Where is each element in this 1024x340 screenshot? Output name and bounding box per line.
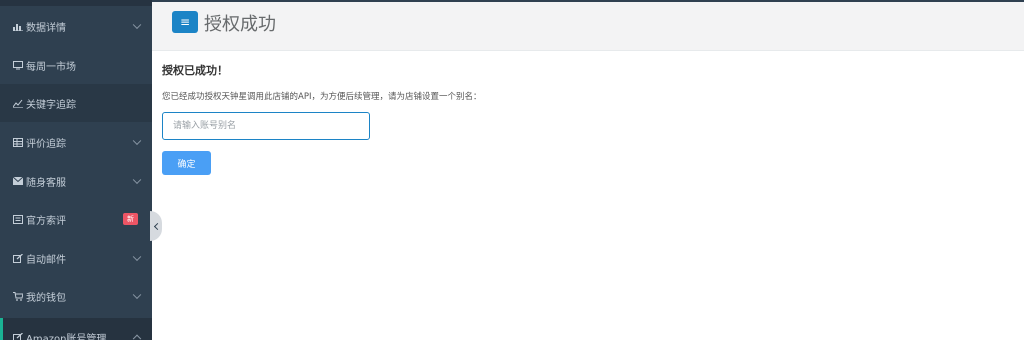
sidebar-item-label: 我的钱包 bbox=[26, 292, 66, 304]
sidebar-item-amazon-account-management[interactable]: Amazon账号管理 bbox=[0, 318, 152, 340]
list-icon bbox=[12, 214, 24, 224]
sidebar-item-data-details[interactable]: 数据详情 bbox=[0, 7, 152, 45]
sidebar-item-customer-service[interactable]: 随身客服 bbox=[0, 162, 152, 200]
monitor-icon bbox=[12, 60, 24, 70]
sidebar-top-strip bbox=[0, 0, 152, 6]
sidebar-item-label: 官方索评 bbox=[26, 215, 66, 227]
confirm-button[interactable]: 确定 bbox=[162, 151, 211, 175]
sidebar-item-my-wallet[interactable]: 我的钱包 bbox=[0, 277, 152, 315]
store-alias-input[interactable] bbox=[162, 112, 370, 140]
page-header: ≡ 授权成功 bbox=[152, 2, 1024, 51]
chevron-up-icon bbox=[132, 334, 142, 340]
table-icon bbox=[12, 137, 24, 147]
new-badge: 新 bbox=[123, 213, 138, 225]
sidebar-item-label: 自动邮件 bbox=[26, 254, 66, 266]
edit-icon bbox=[12, 253, 24, 263]
sidebar: 数据详情 每周一市场 关键字追踪 评价追踪 随身客服 官方索评 新 自动邮件 我… bbox=[0, 0, 152, 340]
sidebar-item-label: 数据详情 bbox=[26, 22, 66, 34]
line-chart-icon bbox=[12, 99, 24, 108]
chevron-down-icon bbox=[132, 290, 142, 300]
sidebar-item-label: 关键字追踪 bbox=[26, 99, 76, 111]
hamburger-icon: ≡ bbox=[179, 15, 191, 29]
chevron-down-icon bbox=[132, 252, 142, 262]
bar-chart-icon bbox=[12, 22, 24, 31]
page-title: 授权成功 bbox=[204, 14, 276, 35]
chevron-down-icon bbox=[132, 136, 142, 146]
sidebar-item-auto-email[interactable]: 自动邮件 bbox=[0, 239, 152, 277]
chevron-down-icon bbox=[132, 175, 142, 185]
sidebar-item-official-review-request[interactable]: 官方索评 新 bbox=[0, 200, 152, 238]
sidebar-collapse-toggle[interactable] bbox=[150, 211, 162, 241]
sidebar-item-review-tracking[interactable]: 评价追踪 bbox=[0, 123, 152, 161]
sidebar-item-label: 评价追踪 bbox=[26, 138, 66, 150]
menu-toggle-button[interactable]: ≡ bbox=[172, 11, 198, 33]
cart-icon bbox=[12, 291, 24, 301]
sidebar-item-keyword-tracking[interactable]: 关键字追踪 bbox=[0, 84, 152, 122]
edit-icon bbox=[12, 332, 24, 340]
sidebar-item-label: Amazon账号管理 bbox=[26, 333, 107, 340]
sidebar-item-label: 随身客服 bbox=[26, 177, 66, 189]
envelope-icon bbox=[12, 177, 24, 185]
success-heading: 授权已成功！ bbox=[162, 64, 228, 77]
chevron-left-icon bbox=[153, 222, 162, 230]
authorization-description: 您已经成功授权天钟星调用此店铺的API，为方便后续管理，请为店铺设置一个别名： bbox=[162, 92, 482, 102]
chevron-down-icon bbox=[132, 20, 142, 30]
sidebar-item-weekly-market[interactable]: 每周一市场 bbox=[0, 46, 152, 84]
sidebar-item-label: 每周一市场 bbox=[26, 61, 76, 73]
